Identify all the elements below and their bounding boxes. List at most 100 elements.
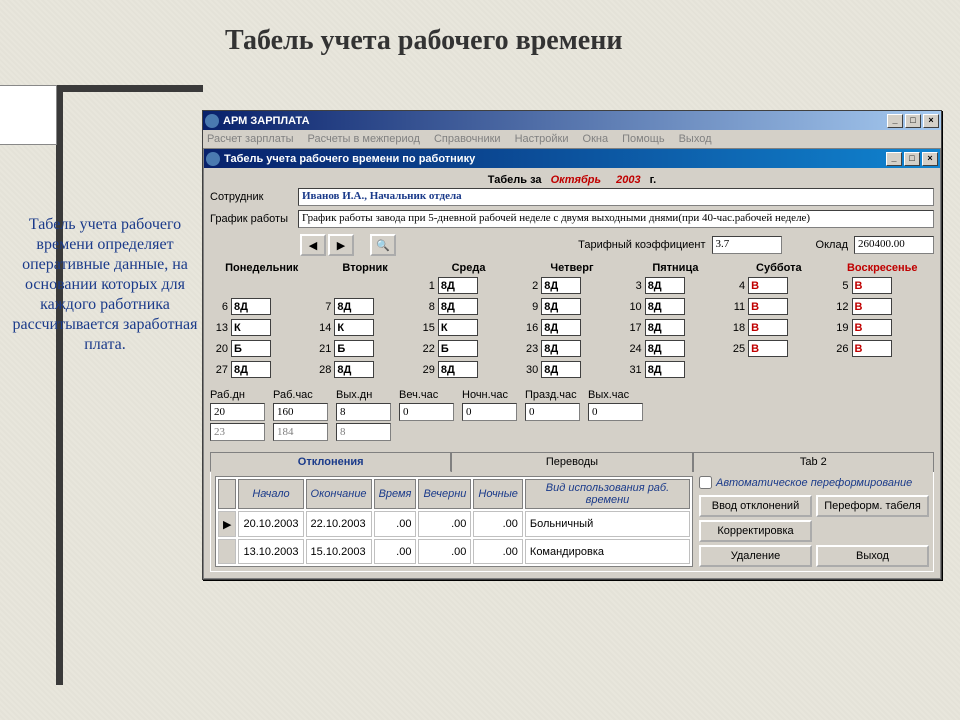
day-number: 25 bbox=[729, 343, 745, 355]
inner-minimize-button[interactable]: _ bbox=[886, 152, 902, 166]
day-value[interactable]: 8Д bbox=[645, 340, 685, 357]
day-number: 22 bbox=[419, 343, 435, 355]
calendar-cell: 4В bbox=[727, 276, 830, 295]
total-input[interactable] bbox=[525, 403, 580, 421]
day-value[interactable]: Б bbox=[438, 340, 478, 357]
inner-titlebar[interactable]: Табель учета рабочего времени по работни… bbox=[204, 149, 940, 168]
calendar-cell: 308Д bbox=[520, 360, 623, 379]
day-value[interactable]: 8Д bbox=[438, 361, 478, 378]
delete-button[interactable]: Удаление bbox=[699, 545, 812, 567]
day-value[interactable]: В bbox=[852, 340, 892, 357]
day-number: 26 bbox=[833, 343, 849, 355]
menu-item[interactable]: Расчет зарплаты bbox=[207, 133, 294, 145]
lookup-button[interactable]: 🔍 bbox=[370, 234, 396, 256]
total-header: Празд.час bbox=[525, 389, 580, 401]
auto-reform-checkbox[interactable]: Автоматическое переформирование bbox=[699, 476, 929, 489]
day-value[interactable]: В bbox=[748, 340, 788, 357]
menu-item[interactable]: Помощь bbox=[622, 133, 665, 145]
day-value[interactable]: 8Д bbox=[645, 361, 685, 378]
auto-reform-input[interactable] bbox=[699, 476, 712, 489]
calendar-cell bbox=[313, 276, 416, 295]
day-value[interactable]: 8Д bbox=[231, 298, 271, 315]
day-value[interactable]: Б bbox=[231, 340, 271, 357]
calendar-cell: 14К bbox=[313, 318, 416, 337]
enter-deviations-button[interactable]: Ввод отклонений bbox=[699, 495, 812, 517]
day-value[interactable]: К bbox=[438, 319, 478, 336]
next-button[interactable]: ▶ bbox=[328, 234, 354, 256]
day-value[interactable]: К bbox=[334, 319, 374, 336]
calendar-cell: 15К bbox=[417, 318, 520, 337]
day-value[interactable]: В bbox=[748, 319, 788, 336]
day-value[interactable]: 8Д bbox=[541, 319, 581, 336]
total-input[interactable] bbox=[273, 403, 328, 421]
correction-button[interactable]: Корректировка bbox=[699, 520, 812, 542]
calendar-cell: 298Д bbox=[417, 360, 520, 379]
period-line: Табель за Октябрь 2003 г. bbox=[210, 172, 934, 188]
inner-window-title: Табель учета рабочего времени по работни… bbox=[224, 153, 884, 165]
total-input-secondary[interactable] bbox=[336, 423, 391, 441]
deviations-table[interactable]: Начало Окончание Время Вечерни Ночные Ви… bbox=[215, 476, 693, 567]
employee-field[interactable]: Иванов И.А., Начальник отдела bbox=[298, 188, 934, 206]
menubar: Расчет зарплаты Расчеты в межпериод Спра… bbox=[203, 130, 941, 148]
day-value[interactable]: 8Д bbox=[541, 277, 581, 294]
total-input-secondary[interactable] bbox=[273, 423, 328, 441]
prev-button[interactable]: ◀ bbox=[300, 234, 326, 256]
total-input[interactable] bbox=[210, 403, 265, 421]
outer-titlebar[interactable]: АРМ ЗАРПЛАТА _ □ × bbox=[203, 111, 941, 130]
day-value[interactable]: В bbox=[748, 298, 788, 315]
menu-item[interactable]: Выход bbox=[679, 133, 712, 145]
day-value[interactable]: 8Д bbox=[541, 361, 581, 378]
day-value[interactable]: В bbox=[852, 319, 892, 336]
tabs: Отклонения Переводы Tab 2 bbox=[210, 451, 934, 472]
total-input[interactable] bbox=[399, 403, 454, 421]
calendar-cell: 18Д bbox=[417, 276, 520, 295]
day-value[interactable]: 8Д bbox=[645, 277, 685, 294]
total-input[interactable] bbox=[462, 403, 517, 421]
day-value[interactable]: 8Д bbox=[541, 340, 581, 357]
total-input[interactable] bbox=[336, 403, 391, 421]
day-value[interactable]: 8Д bbox=[645, 298, 685, 315]
day-value[interactable]: В bbox=[852, 277, 892, 294]
menu-item[interactable]: Окна bbox=[583, 133, 609, 145]
total-input[interactable] bbox=[588, 403, 643, 421]
day-value[interactable]: 8Д bbox=[334, 298, 374, 315]
day-value[interactable]: К bbox=[231, 319, 271, 336]
day-value[interactable]: В bbox=[852, 298, 892, 315]
outer-window-title: АРМ ЗАРПЛАТА bbox=[223, 115, 885, 127]
total-header: Вых.дн bbox=[336, 389, 391, 401]
day-value[interactable]: В bbox=[748, 277, 788, 294]
day-value[interactable]: 8Д bbox=[541, 298, 581, 315]
close-button[interactable]: × bbox=[923, 114, 939, 128]
salary-field[interactable]: 260400.00 bbox=[854, 236, 934, 254]
day-value[interactable]: Б bbox=[334, 340, 374, 357]
day-value[interactable]: 8Д bbox=[231, 361, 271, 378]
total-header: Раб.час bbox=[273, 389, 328, 401]
inner-close-button[interactable]: × bbox=[922, 152, 938, 166]
calendar-cell: 78Д bbox=[313, 297, 416, 316]
calendar-cell: 98Д bbox=[520, 297, 623, 316]
schedule-field[interactable]: График работы завода при 5-дневной рабоч… bbox=[298, 210, 934, 228]
maximize-button[interactable]: □ bbox=[905, 114, 921, 128]
coef-field[interactable]: 3.7 bbox=[712, 236, 782, 254]
day-value[interactable]: 8Д bbox=[334, 361, 374, 378]
total-header: Раб.дн bbox=[210, 389, 265, 401]
table-row[interactable]: 13.10.200315.10.2003.00.00.00Командировк… bbox=[218, 539, 690, 564]
reform-sheet-button[interactable]: Переформ. табеля bbox=[816, 495, 929, 517]
total-input-secondary[interactable] bbox=[210, 423, 265, 441]
table-row[interactable]: ▶20.10.200322.10.2003.00.00.00Больничный bbox=[218, 511, 690, 537]
tab-panel: Начало Окончание Время Вечерни Ночные Ви… bbox=[210, 472, 934, 572]
day-number: 28 bbox=[315, 364, 331, 376]
menu-item[interactable]: Настройки bbox=[515, 133, 569, 145]
inner-maximize-button[interactable]: □ bbox=[904, 152, 920, 166]
day-value[interactable]: 8Д bbox=[645, 319, 685, 336]
tab-2[interactable]: Tab 2 bbox=[693, 452, 934, 472]
minimize-button[interactable]: _ bbox=[887, 114, 903, 128]
day-value[interactable]: 8Д bbox=[438, 298, 478, 315]
total-header: Ночн.час bbox=[462, 389, 517, 401]
day-value[interactable]: 8Д bbox=[438, 277, 478, 294]
exit-button[interactable]: Выход bbox=[816, 545, 929, 567]
menu-item[interactable]: Расчеты в межпериод bbox=[308, 133, 420, 145]
tab-deviations[interactable]: Отклонения bbox=[210, 452, 451, 472]
menu-item[interactable]: Справочники bbox=[434, 133, 501, 145]
tab-transfers[interactable]: Переводы bbox=[451, 452, 692, 472]
